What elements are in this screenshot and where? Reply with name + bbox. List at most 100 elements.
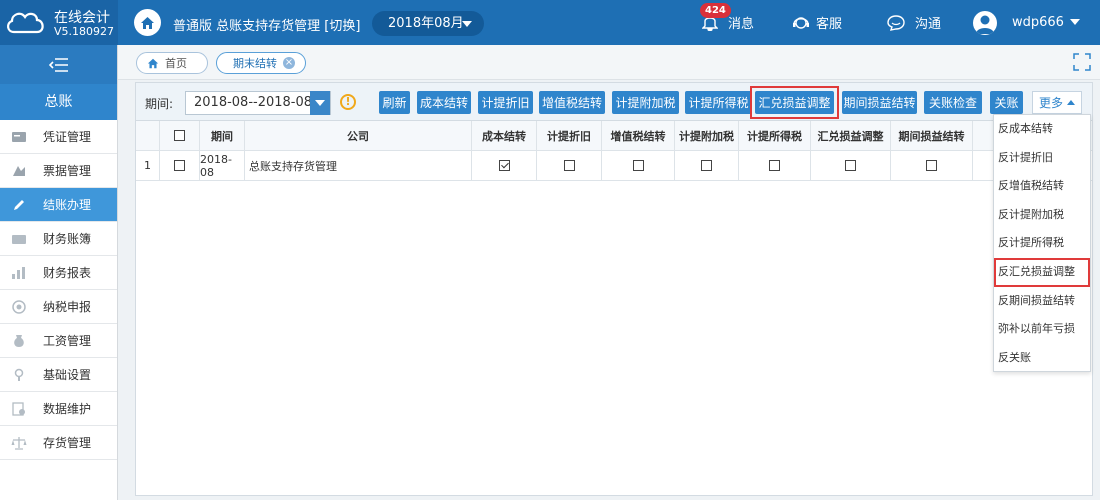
period-dropdown-button[interactable] xyxy=(310,91,330,115)
sidebar-item-label: 工资管理 xyxy=(43,334,92,348)
report-icon xyxy=(11,266,27,280)
company-switcher[interactable]: 普通版 总账支持存货管理 [切换] xyxy=(173,15,360,34)
select-all-checkbox[interactable] xyxy=(174,130,185,141)
closing-panel: 期间: 2018-08--2018-08 ! 刷新 成本结转 计提折旧 增值税结… xyxy=(135,82,1093,496)
income-tax-button[interactable]: 计提所得税 xyxy=(685,91,752,114)
period-selector[interactable]: 2018年08月 xyxy=(372,11,484,36)
tab-label: 期末结转 xyxy=(233,57,277,70)
profit-loss-carryover-button[interactable]: 期间损益结转 xyxy=(842,91,917,114)
chat-bubble-icon xyxy=(887,14,905,31)
username[interactable]: wdp666 xyxy=(1012,15,1064,30)
sidebar-item-label: 财务账簿 xyxy=(43,232,92,246)
cost-carryover-button[interactable]: 成本结转 xyxy=(417,91,471,114)
avatar[interactable] xyxy=(973,11,997,35)
menu-item-reverse-surtax[interactable]: 反计提附加税 xyxy=(994,201,1090,230)
table-header: 期间 公司 成本结转 计提折旧 增值税结转 计提附加税 计提所得税 汇兑损益调整… xyxy=(136,121,1092,151)
exchange-adjust-status[interactable] xyxy=(811,151,891,180)
menu-item-reverse-exchange-adjust[interactable]: 反汇兑损益调整 xyxy=(994,257,1090,287)
sidebar-item-label: 数据维护 xyxy=(43,402,92,416)
close-icon[interactable]: × xyxy=(283,57,295,69)
collapse-menu-icon xyxy=(48,57,68,72)
sidebar-item-label: 财务报表 xyxy=(43,266,92,280)
sidebar-item-bills[interactable]: 票据管理 xyxy=(0,154,117,188)
vat-status[interactable] xyxy=(602,151,675,180)
sidebar-item-closing[interactable]: 结账办理 xyxy=(0,188,117,222)
menu-item-reverse-income-tax[interactable]: 反计提所得税 xyxy=(994,229,1090,258)
app-name: 在线会计 xyxy=(54,10,110,26)
depreciation-button[interactable]: 计提折旧 xyxy=(478,91,533,114)
profit-loss-status[interactable] xyxy=(891,151,973,180)
header-select-all[interactable] xyxy=(160,121,200,150)
sidebar-item-inventory[interactable]: 存货管理 xyxy=(0,426,117,460)
depreciation-status[interactable] xyxy=(537,151,602,180)
period-label: 期间: xyxy=(145,97,174,111)
sidebar-item-label: 票据管理 xyxy=(43,164,92,178)
pencil-icon xyxy=(11,198,27,212)
checkbox[interactable] xyxy=(632,160,644,171)
headset-icon xyxy=(793,16,809,29)
menu-item-reverse-depreciation[interactable]: 反计提折旧 xyxy=(994,144,1090,173)
menu-item-offset-prior-loss[interactable]: 弥补以前年亏损 xyxy=(994,315,1090,344)
header-cell: 公司 xyxy=(245,121,472,150)
close-books-button[interactable]: 关账 xyxy=(990,91,1023,114)
user-icon xyxy=(976,15,994,34)
fullscreen-icon[interactable] xyxy=(1072,52,1092,72)
ledger-icon xyxy=(11,232,27,246)
closing-check-button[interactable]: 关账检查 xyxy=(924,91,982,114)
row-select-cell[interactable] xyxy=(160,151,200,180)
row-checkbox[interactable] xyxy=(174,160,185,171)
header-cell: 计提附加税 xyxy=(675,121,739,150)
more-button[interactable]: 更多 xyxy=(1032,91,1082,114)
surtax-status[interactable] xyxy=(675,151,739,180)
home-button[interactable] xyxy=(134,9,161,36)
checkbox[interactable] xyxy=(769,160,780,171)
menu-item-reverse-profit-loss[interactable]: 反期间损益结转 xyxy=(994,287,1090,316)
highlight-frame xyxy=(750,86,839,119)
sidebar-item-voucher[interactable]: 凭证管理 xyxy=(0,120,117,154)
vat-carryover-button[interactable]: 增值税结转 xyxy=(539,91,605,114)
app-logo[interactable]: 在线会计 V5.180927 xyxy=(0,0,118,45)
sidebar-section-title: 总账 xyxy=(0,84,117,120)
user-menu-chevron-icon[interactable] xyxy=(1070,19,1080,25)
app-version: V5.180927 xyxy=(54,25,115,38)
chat-button[interactable]: 沟通 xyxy=(887,13,941,32)
tab-strip: 首页 期末结转 × xyxy=(118,45,1100,80)
tax-icon xyxy=(11,299,27,314)
tab-home[interactable]: 首页 xyxy=(136,52,208,74)
sidebar: 总账 凭证管理 票据管理 结账办理 财务账簿 财务报表 纳税申报 工资管理 基础… xyxy=(0,45,118,500)
header-index xyxy=(136,121,160,150)
cost-carryover-status[interactable] xyxy=(472,151,537,180)
checkbox[interactable] xyxy=(563,160,575,171)
checkbox[interactable] xyxy=(845,160,856,171)
sidebar-item-label: 纳税申报 xyxy=(43,300,92,314)
home-icon xyxy=(141,16,154,29)
menu-item-reverse-vat[interactable]: 反增值税结转 xyxy=(994,172,1090,201)
checked-checkbox[interactable] xyxy=(498,160,510,171)
income-tax-status[interactable] xyxy=(739,151,811,180)
sidebar-item-ledger[interactable]: 财务账簿 xyxy=(0,222,117,256)
bill-icon xyxy=(11,164,27,178)
sidebar-collapse-button[interactable] xyxy=(0,45,117,84)
sidebar-item-label: 存货管理 xyxy=(43,436,92,450)
checkbox[interactable] xyxy=(701,160,712,171)
data-icon xyxy=(11,401,27,416)
cloud-logo-icon xyxy=(7,12,44,34)
sidebar-item-data[interactable]: 数据维护 xyxy=(0,392,117,426)
sidebar-item-label: 结账办理 xyxy=(43,198,92,212)
checkbox[interactable] xyxy=(926,160,937,171)
table-row[interactable]: 1 2018-08 总账支持存货管理 xyxy=(136,151,1092,181)
sidebar-item-tax[interactable]: 纳税申报 xyxy=(0,290,117,324)
tab-period-end-closing[interactable]: 期末结转 × xyxy=(216,52,306,74)
menu-item-reverse-close[interactable]: 反关账 xyxy=(994,344,1090,373)
warning-icon[interactable]: ! xyxy=(340,94,356,110)
sidebar-item-settings[interactable]: 基础设置 xyxy=(0,358,117,392)
period-selector-value: 2018年08月 xyxy=(388,16,464,31)
sidebar-item-salary[interactable]: 工资管理 xyxy=(0,324,117,358)
refresh-button[interactable]: 刷新 xyxy=(379,91,410,114)
chevron-up-icon xyxy=(1067,100,1075,105)
menu-item-reverse-cost[interactable]: 反成本结转 xyxy=(994,115,1090,144)
chevron-down-icon xyxy=(462,21,472,27)
surtax-button[interactable]: 计提附加税 xyxy=(612,91,679,114)
customer-service-button[interactable]: 客服 xyxy=(792,13,842,32)
sidebar-item-reports[interactable]: 财务报表 xyxy=(0,256,117,290)
